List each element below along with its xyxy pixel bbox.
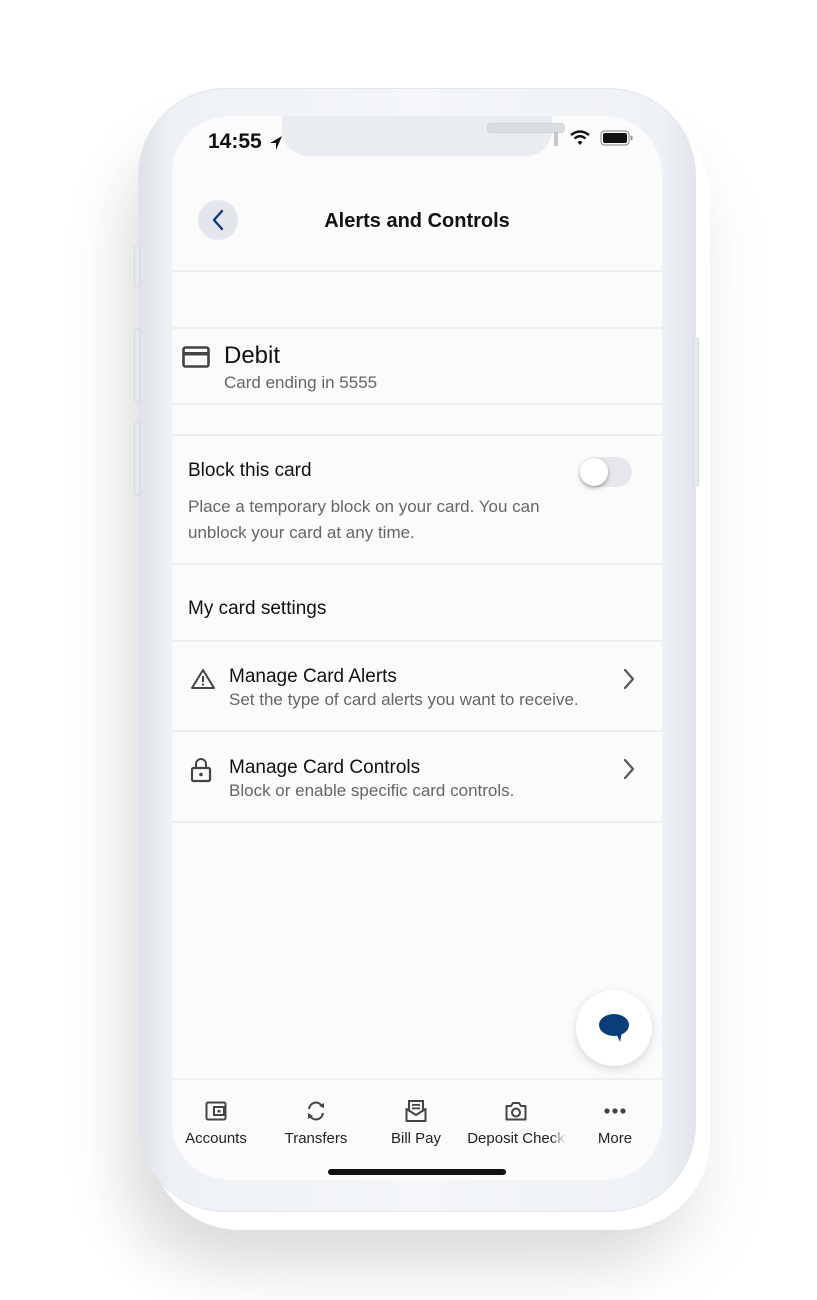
tab-label: More bbox=[597, 1130, 633, 1147]
wallet-icon bbox=[205, 1101, 227, 1121]
tab-more[interactable]: More bbox=[565, 1098, 662, 1147]
camera-icon bbox=[505, 1102, 527, 1121]
divider bbox=[172, 434, 662, 436]
chat-bubble-icon bbox=[599, 1014, 629, 1042]
power-button bbox=[693, 338, 699, 486]
wifi-icon bbox=[570, 130, 590, 145]
tab-transfers[interactable]: Transfers bbox=[266, 1098, 366, 1147]
tab-label: Deposit Check bbox=[467, 1130, 565, 1147]
tab-bill-pay[interactable]: Bill Pay bbox=[366, 1098, 466, 1147]
location-arrow-icon bbox=[270, 136, 282, 150]
divider bbox=[172, 270, 662, 272]
tab-accounts[interactable]: Accounts bbox=[172, 1098, 266, 1147]
notch bbox=[282, 116, 565, 156]
status-icons bbox=[552, 130, 634, 146]
mute-switch bbox=[134, 245, 140, 287]
divider bbox=[172, 563, 662, 565]
block-card-description: Place a temporary block on your card. Yo… bbox=[188, 497, 540, 542]
tab-label: Bill Pay bbox=[390, 1130, 442, 1147]
row-subtitle: Set the type of card alerts you want to … bbox=[229, 690, 579, 709]
chevron-right-icon bbox=[623, 668, 635, 690]
status-time: 14:55 bbox=[208, 130, 262, 153]
divider bbox=[172, 327, 662, 329]
card-number: Card ending in 5555 bbox=[224, 373, 378, 392]
block-card-title: Block this card bbox=[188, 460, 312, 481]
divider bbox=[172, 403, 662, 405]
chat-button[interactable] bbox=[576, 990, 652, 1066]
card-name: Debit bbox=[224, 342, 281, 369]
tab-bar: Accounts Transfers Bill Pay Deposit Chec… bbox=[172, 1078, 662, 1180]
more-icon bbox=[604, 1108, 626, 1114]
block-card-toggle[interactable] bbox=[580, 457, 632, 487]
tab-deposit-check[interactable]: Deposit Check bbox=[466, 1098, 566, 1147]
warning-triangle-icon bbox=[191, 669, 215, 689]
signal-icon bbox=[554, 132, 558, 146]
divider bbox=[172, 640, 662, 642]
battery-icon bbox=[600, 130, 633, 146]
volume-down-button bbox=[134, 422, 140, 496]
row-subtitle: Block or enable specific card controls. bbox=[229, 781, 515, 800]
transfer-icon bbox=[308, 1101, 324, 1121]
volume-up-button bbox=[134, 328, 140, 402]
divider bbox=[172, 821, 662, 823]
lock-icon bbox=[190, 758, 212, 783]
toggle-knob bbox=[580, 458, 608, 486]
credit-card-icon bbox=[182, 346, 210, 368]
tab-label: Transfers bbox=[284, 1130, 348, 1147]
settings-heading: My card settings bbox=[188, 598, 327, 619]
page-title: Alerts and Controls bbox=[324, 210, 510, 232]
divider bbox=[172, 730, 662, 732]
row-title: Manage Card Alerts bbox=[229, 666, 397, 687]
home-indicator[interactable] bbox=[328, 1169, 506, 1175]
chevron-right-icon bbox=[623, 758, 635, 780]
bill-icon bbox=[405, 1100, 427, 1122]
tab-label: Accounts bbox=[185, 1130, 247, 1147]
screen: 14:55 Alerts and Controls Debit Card end… bbox=[172, 116, 662, 1180]
row-title: Manage Card Controls bbox=[229, 757, 421, 778]
